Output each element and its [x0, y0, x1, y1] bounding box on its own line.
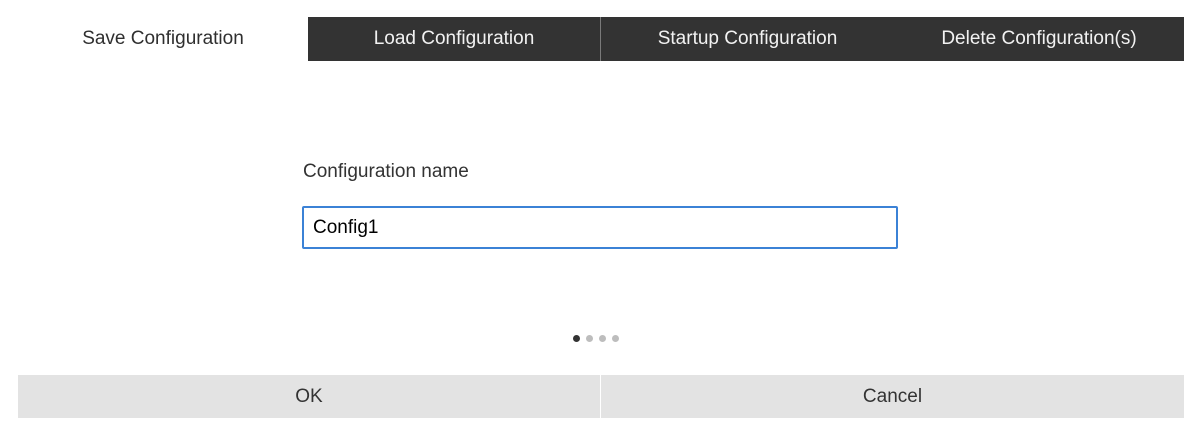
dialog-buttons: OK Cancel — [18, 375, 1184, 418]
tab-label: Save Configuration — [82, 28, 244, 49]
tab-startup-configuration[interactable]: Startup Configuration — [601, 17, 894, 61]
page-dot-1[interactable] — [573, 335, 580, 342]
tab-label: Load Configuration — [373, 28, 535, 49]
cancel-button[interactable]: Cancel — [601, 375, 1184, 418]
tab-load-configuration[interactable]: Load Configuration — [308, 17, 601, 61]
page-dot-3[interactable] — [599, 335, 606, 342]
configuration-name-input[interactable] — [302, 206, 898, 249]
tab-bar: Save Configuration Load Configuration St… — [18, 17, 1184, 61]
configuration-name-label: Configuration name — [303, 161, 469, 182]
page-dot-2[interactable] — [586, 335, 593, 342]
ok-button[interactable]: OK — [18, 375, 601, 418]
tab-save-configuration[interactable]: Save Configuration — [18, 17, 308, 61]
tab-label: Startup Configuration — [657, 28, 838, 49]
tab-delete-configurations[interactable]: Delete Configuration(s) — [894, 17, 1184, 61]
tab-label: Delete Configuration(s) — [941, 28, 1137, 49]
page-dot-4[interactable] — [612, 335, 619, 342]
page-indicator — [573, 335, 619, 342]
